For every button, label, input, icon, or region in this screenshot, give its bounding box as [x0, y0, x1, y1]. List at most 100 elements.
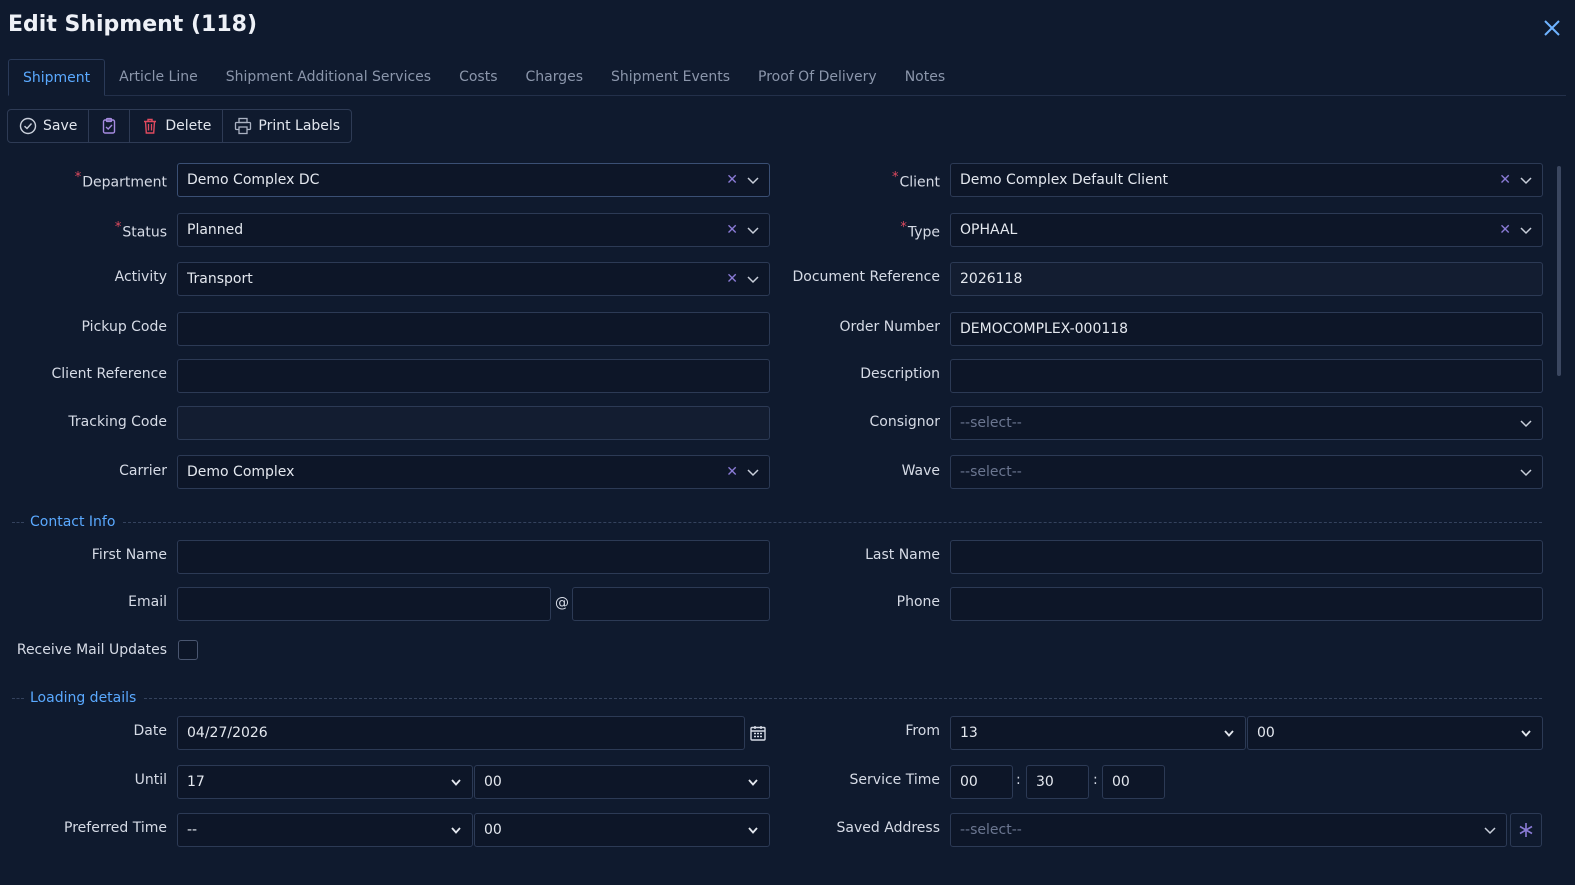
department-select[interactable]: Demo Complex DC ✕ — [177, 163, 770, 197]
phone-input[interactable] — [950, 587, 1543, 621]
print-labels-label: Print Labels — [258, 118, 341, 134]
tab-bar: Shipment Article Line Shipment Additiona… — [8, 59, 1566, 96]
tab-article-line[interactable]: Article Line — [105, 59, 212, 96]
saved-address-select[interactable]: --select-- — [950, 813, 1507, 847]
close-icon[interactable] — [1538, 14, 1566, 42]
carrier-select[interactable]: Demo Complex ✕ — [177, 455, 770, 489]
tracking-code-input[interactable] — [177, 406, 770, 440]
chevron-down-icon[interactable] — [1519, 465, 1533, 479]
phone-label: Phone — [896, 594, 940, 610]
email-label: Email — [128, 594, 167, 610]
chevron-down-icon[interactable] — [1483, 823, 1497, 837]
type-label: *Type — [900, 220, 940, 241]
tab-costs[interactable]: Costs — [445, 59, 511, 96]
wave-select[interactable]: --select-- — [950, 455, 1543, 489]
chevron-down-icon[interactable] — [1519, 223, 1533, 237]
consignor-select[interactable]: --select-- — [950, 406, 1543, 440]
service-time-hours[interactable]: 00 — [950, 765, 1013, 799]
time-separator: : — [1016, 772, 1021, 788]
saved-address-label: Saved Address — [836, 820, 940, 836]
chevron-down-icon[interactable] — [746, 173, 760, 187]
until-minute-select[interactable]: 00 — [474, 765, 770, 799]
email-user-input[interactable] — [177, 587, 551, 621]
last-name-input[interactable] — [950, 540, 1543, 574]
scrollbar-thumb[interactable] — [1557, 166, 1561, 376]
clear-icon[interactable]: ✕ — [726, 172, 738, 188]
pickup-code-label: Pickup Code — [81, 319, 167, 335]
print-labels-button[interactable]: Print Labels — [223, 110, 351, 142]
date-input[interactable]: 04/27/2026 — [177, 716, 745, 750]
check-circle-icon — [19, 117, 37, 135]
client-label: *Client — [891, 170, 940, 191]
from-minute-select[interactable]: 00 — [1247, 716, 1543, 750]
tab-shipment[interactable]: Shipment — [8, 59, 106, 96]
clear-icon[interactable]: ✕ — [726, 271, 738, 287]
date-label: Date — [133, 723, 167, 739]
document-reference-label: Document Reference — [792, 269, 940, 285]
time-separator: : — [1093, 772, 1098, 788]
chevron-down-icon — [451, 779, 461, 786]
validate-button[interactable] — [89, 110, 131, 142]
loading-details-section: Loading details — [12, 688, 1542, 708]
chevron-down-icon[interactable] — [746, 272, 760, 286]
clear-icon[interactable]: ✕ — [726, 464, 738, 480]
preferred-hour-select[interactable]: -- — [177, 813, 473, 847]
tab-proof-of-delivery[interactable]: Proof Of Delivery — [744, 59, 891, 96]
tab-shipment-additional-services[interactable]: Shipment Additional Services — [212, 59, 445, 96]
receive-mail-checkbox[interactable] — [178, 640, 198, 660]
order-number-label: Order Number — [839, 319, 940, 335]
calendar-icon[interactable] — [749, 724, 767, 742]
chevron-down-icon[interactable] — [1519, 416, 1533, 430]
activity-select[interactable]: Transport ✕ — [177, 262, 770, 296]
trash-icon — [144, 118, 157, 134]
tab-shipment-events[interactable]: Shipment Events — [597, 59, 744, 96]
pickup-code-input[interactable] — [177, 312, 770, 346]
scrollbar[interactable] — [1555, 156, 1563, 854]
from-hour-select[interactable]: 13 — [950, 716, 1246, 750]
tab-notes[interactable]: Notes — [891, 59, 959, 96]
chevron-down-icon — [748, 827, 758, 834]
clear-icon[interactable]: ✕ — [1499, 172, 1511, 188]
contact-info-section: Contact Info — [12, 512, 1542, 532]
type-select[interactable]: OPHAAL ✕ — [950, 213, 1543, 247]
chevron-down-icon[interactable] — [746, 223, 760, 237]
first-name-label: First Name — [91, 547, 167, 563]
tracking-code-label: Tracking Code — [68, 414, 167, 430]
first-name-input[interactable] — [177, 540, 770, 574]
service-time-seconds[interactable]: 00 — [1102, 765, 1165, 799]
save-label: Save — [43, 118, 78, 134]
carrier-label: Carrier — [119, 463, 167, 479]
until-hour-select[interactable]: 17 — [177, 765, 473, 799]
toolbar: Save Delete Print Labels — [7, 109, 353, 143]
preferred-time-label: Preferred Time — [64, 820, 167, 836]
description-input[interactable] — [950, 359, 1543, 393]
chevron-down-icon — [1521, 730, 1531, 737]
delete-button[interactable]: Delete — [130, 110, 224, 142]
clear-icon[interactable]: ✕ — [1499, 222, 1511, 238]
chevron-down-icon[interactable] — [1519, 173, 1533, 187]
save-button[interactable]: Save — [8, 110, 90, 142]
chevron-down-icon — [748, 779, 758, 786]
clipboard-check-icon — [103, 117, 116, 134]
chevron-down-icon[interactable] — [746, 465, 760, 479]
clear-icon[interactable]: ✕ — [726, 222, 738, 238]
tab-charges[interactable]: Charges — [512, 59, 598, 96]
asterisk-icon[interactable] — [1510, 813, 1542, 847]
page-title: Edit Shipment (118) — [8, 12, 258, 37]
chevron-down-icon — [1224, 730, 1234, 737]
consignor-label: Consignor — [869, 414, 940, 430]
order-number-input[interactable]: DEMOCOMPLEX-000118 — [950, 312, 1543, 346]
client-reference-input[interactable] — [177, 359, 770, 393]
document-reference-input[interactable]: 2026118 — [950, 262, 1543, 296]
activity-label: Activity — [114, 269, 167, 285]
client-select[interactable]: Demo Complex Default Client ✕ — [950, 163, 1543, 197]
until-label: Until — [134, 772, 167, 788]
department-label: *Department — [74, 170, 167, 191]
printer-icon — [235, 117, 252, 135]
email-domain-input[interactable] — [572, 587, 770, 621]
status-select[interactable]: Planned ✕ — [177, 213, 770, 247]
chevron-down-icon — [451, 827, 461, 834]
preferred-minute-select[interactable]: 00 — [474, 813, 770, 847]
wave-label: Wave — [901, 463, 940, 479]
service-time-minutes[interactable]: 30 — [1026, 765, 1089, 799]
